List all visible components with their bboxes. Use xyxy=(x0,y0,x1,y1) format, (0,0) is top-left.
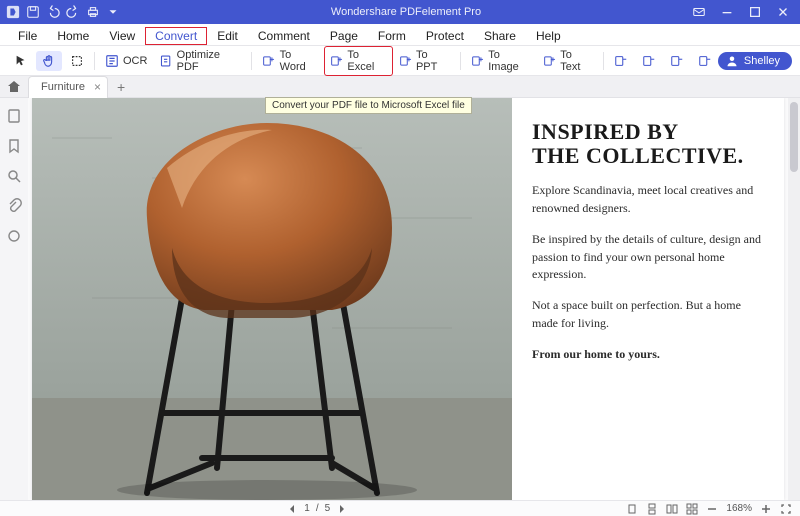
vertical-scrollbar[interactable] xyxy=(788,98,800,500)
to-text-label: To Text xyxy=(560,49,593,73)
tab-label: Furniture xyxy=(41,81,85,93)
print-icon[interactable] xyxy=(86,5,100,19)
document-tab[interactable]: Furniture × xyxy=(28,76,108,98)
menubar: File Home View Convert Edit Comment Page… xyxy=(0,24,800,46)
view-continuous-icon[interactable] xyxy=(646,503,658,515)
hand-tool[interactable] xyxy=(36,51,62,71)
menu-form[interactable]: Form xyxy=(368,27,416,45)
close-icon[interactable] xyxy=(776,5,790,19)
undo-icon[interactable] xyxy=(46,5,60,19)
thumbnails-icon[interactable] xyxy=(6,108,22,124)
minimize-icon[interactable] xyxy=(720,5,734,19)
zoom-level: 168% xyxy=(726,503,752,514)
paragraph-3: Not a space built on perfection. But a h… xyxy=(532,297,764,332)
page-sep: / xyxy=(316,503,319,514)
menu-view[interactable]: View xyxy=(99,27,145,45)
toolbar: OCR Optimize PDF To Word To Excel To PPT… xyxy=(0,46,800,76)
tabs-home-icon[interactable] xyxy=(6,79,22,95)
crop-tool[interactable] xyxy=(64,51,90,71)
user-button[interactable]: Shelley xyxy=(718,52,792,70)
menu-page[interactable]: Page xyxy=(320,27,368,45)
to-image-label: To Image xyxy=(488,49,531,73)
convert-extra-2[interactable] xyxy=(636,51,662,71)
paragraph-4: From our home to yours. xyxy=(532,346,764,363)
app-logo-icon xyxy=(6,5,20,19)
document-text-column: INSPIRED BY THE COLLECTIVE. Explore Scan… xyxy=(512,98,784,500)
tab-close-icon[interactable]: × xyxy=(94,80,101,94)
scrollbar-thumb[interactable] xyxy=(790,102,798,172)
to-ppt-button[interactable]: To PPT xyxy=(393,46,456,76)
zoom-out-icon[interactable] xyxy=(706,503,718,515)
tab-add-button[interactable]: + xyxy=(112,79,130,95)
maximize-icon[interactable] xyxy=(748,5,762,19)
convert-extra-1[interactable] xyxy=(608,51,634,71)
to-word-label: To Word xyxy=(280,49,319,73)
search-icon[interactable] xyxy=(6,168,22,184)
optimize-button[interactable]: Optimize PDF xyxy=(153,46,247,76)
to-word-button[interactable]: To Word xyxy=(256,46,324,76)
statusbar: 1 / 5 168% xyxy=(0,500,800,516)
viewport[interactable]: INSPIRED BY THE COLLECTIVE. Explore Scan… xyxy=(28,98,788,500)
to-image-button[interactable]: To Image xyxy=(465,46,537,76)
view-facing-icon[interactable] xyxy=(666,503,678,515)
menu-share[interactable]: Share xyxy=(474,27,526,45)
menu-convert[interactable]: Convert xyxy=(145,27,207,45)
to-text-button[interactable]: To Text xyxy=(537,46,599,76)
tabstrip: Furniture × + xyxy=(0,76,800,98)
document-image xyxy=(32,98,512,500)
paragraph-1: Explore Scandinavia, meet local creative… xyxy=(532,182,764,217)
to-excel-tooltip: Convert your PDF file to Microsoft Excel… xyxy=(265,97,472,114)
side-rail xyxy=(0,98,28,500)
comments-icon[interactable] xyxy=(6,228,22,244)
to-ppt-label: To PPT xyxy=(416,49,450,73)
view-grid-icon[interactable] xyxy=(686,503,698,515)
zoom-in-icon[interactable] xyxy=(760,503,772,515)
quickbar-dropdown-icon[interactable] xyxy=(106,5,120,19)
menu-protect[interactable]: Protect xyxy=(416,27,474,45)
save-icon[interactable] xyxy=(26,5,40,19)
heading-line-1: INSPIRED BY xyxy=(532,120,764,144)
titlebar: Wondershare PDFelement Pro xyxy=(0,0,800,24)
ocr-label: OCR xyxy=(123,55,147,67)
pdf-page: INSPIRED BY THE COLLECTIVE. Explore Scan… xyxy=(32,98,784,500)
workarea: Convert your PDF file to Microsoft Excel… xyxy=(0,98,800,500)
mail-icon[interactable] xyxy=(692,5,706,19)
menu-comment[interactable]: Comment xyxy=(248,27,320,45)
to-excel-button[interactable]: To Excel xyxy=(324,46,393,76)
page-current: 1 xyxy=(304,503,310,514)
paragraph-2: Be inspired by the details of culture, d… xyxy=(532,231,764,283)
to-excel-label: To Excel xyxy=(347,49,386,73)
attachments-icon[interactable] xyxy=(6,198,22,214)
next-page-icon[interactable] xyxy=(336,503,348,515)
heading-line-2: THE COLLECTIVE. xyxy=(532,144,764,168)
convert-extra-4[interactable] xyxy=(692,51,718,71)
select-tool[interactable] xyxy=(8,51,34,71)
optimize-label: Optimize PDF xyxy=(177,49,242,73)
page-total: 5 xyxy=(325,503,331,514)
menu-help[interactable]: Help xyxy=(526,27,571,45)
menu-home[interactable]: Home xyxy=(47,27,99,45)
convert-extra-3[interactable] xyxy=(664,51,690,71)
ocr-button[interactable]: OCR xyxy=(99,51,153,71)
bookmarks-icon[interactable] xyxy=(6,138,22,154)
view-single-icon[interactable] xyxy=(626,503,638,515)
redo-icon[interactable] xyxy=(66,5,80,19)
menu-file[interactable]: File xyxy=(8,27,47,45)
prev-page-icon[interactable] xyxy=(286,503,298,515)
fullscreen-icon[interactable] xyxy=(780,503,792,515)
menu-edit[interactable]: Edit xyxy=(207,27,248,45)
app-title: Wondershare PDFelement Pro xyxy=(120,6,692,18)
user-name: Shelley xyxy=(744,55,780,67)
